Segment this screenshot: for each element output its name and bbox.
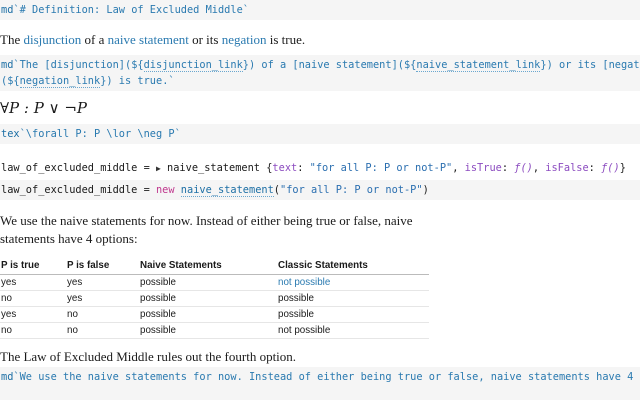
md-tag: md bbox=[1, 371, 14, 383]
naive-statement-link[interactable]: naive statement bbox=[108, 32, 189, 47]
formula: ∀P : P ∨ ¬P bbox=[0, 99, 88, 117]
options-paragraph: We use the naive statements for now. Ins… bbox=[0, 213, 413, 246]
code-cell-definition[interactable]: md`The [disjunction](${disjunction_link}… bbox=[0, 55, 640, 91]
tex-tag: tex bbox=[1, 128, 20, 140]
definition-paragraph: The disjunction of a naive statement or … bbox=[0, 32, 306, 47]
code-cell-tex[interactable]: tex`\forall P: P \lor \neg P` bbox=[0, 124, 640, 144]
table-row: yes yes possible not possible bbox=[0, 274, 429, 291]
md-tag: md bbox=[1, 4, 14, 16]
cell-output: law_of_excluded_middle = ▶ naive_stateme… bbox=[1, 162, 626, 174]
negation-link-var: negation_link bbox=[19, 75, 101, 88]
table-header-row: P is true P is false Naive Statements Cl… bbox=[0, 258, 429, 275]
table-row: no yes possible possible bbox=[0, 290, 429, 307]
md-tag: md bbox=[1, 59, 14, 71]
md-string: `# Definition: Law of Excluded Middle` bbox=[13, 4, 249, 16]
disjunction-link[interactable]: disjunction bbox=[23, 32, 81, 47]
expand-triangle-icon[interactable]: ▶ bbox=[156, 164, 161, 173]
table-row: yes no possible possible bbox=[0, 306, 429, 323]
col-naive: Naive Statements bbox=[139, 258, 277, 275]
negation-link[interactable]: negation bbox=[222, 32, 267, 47]
col-classic: Classic Statements bbox=[277, 258, 429, 275]
conclusion-paragraph: The Law of Excluded Middle rules out the… bbox=[0, 349, 297, 364]
naive-statement-link-var: naive_statement_link bbox=[416, 59, 541, 72]
code-cell-title[interactable]: md`# Definition: Law of Excluded Middle` bbox=[0, 0, 640, 20]
code-cell-options[interactable]: md`We use the naive statements for now. … bbox=[0, 367, 640, 400]
new-keyword: new bbox=[155, 184, 175, 196]
truth-table: P is true P is false Naive Statements Cl… bbox=[0, 258, 429, 339]
code-cell-assignment[interactable]: law_of_excluded_middle = new naive_state… bbox=[0, 180, 640, 200]
disjunction-link-var: disjunction_link bbox=[143, 59, 243, 72]
table-row: no no possible not possible bbox=[0, 322, 429, 339]
col-p-is-true: P is true bbox=[0, 258, 66, 275]
not-possible-link[interactable]: not possible bbox=[277, 274, 429, 291]
naive-statement-ref: naive_statement bbox=[180, 184, 274, 197]
col-p-is-false: P is false bbox=[66, 258, 139, 275]
